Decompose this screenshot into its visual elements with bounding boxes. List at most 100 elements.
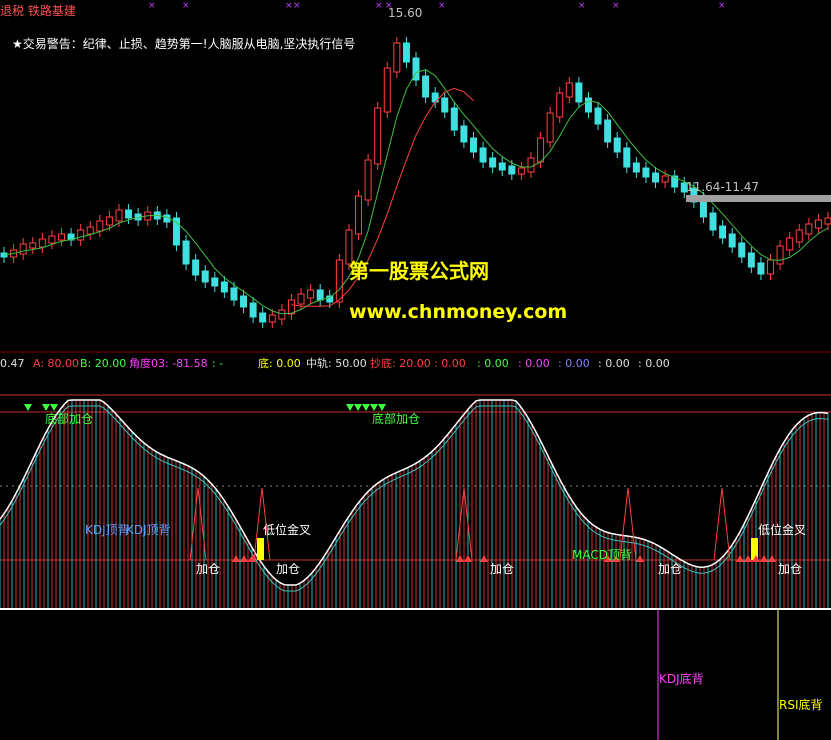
candle-body (125, 209, 133, 219)
candle-body (767, 259, 775, 275)
spike (713, 487, 731, 561)
candle-body (105, 216, 113, 226)
indicator-v2: : 0.00 (477, 357, 509, 370)
top-arrow (378, 404, 386, 411)
candle-body (316, 289, 324, 301)
buy-arrow (736, 555, 744, 562)
candle-body (355, 195, 363, 235)
trading-notice: ★交易警告：纪律、止损、趋势第一!人脑服从电脑,坚决执行信号 (12, 37, 356, 51)
candle-body (594, 107, 602, 125)
golden-cross-bar (257, 538, 264, 560)
candle-body (441, 97, 449, 113)
candle-body (393, 42, 401, 73)
candle-body (192, 259, 200, 276)
candle-body (719, 225, 727, 239)
top-arrow (370, 404, 378, 411)
price-range-label: 11.64-11.47 (686, 180, 760, 194)
candle-body (814, 219, 822, 229)
candle-body (489, 157, 497, 168)
indicator-bottom: 底: 0.00 (258, 357, 301, 370)
signal-add: 加仓 (276, 562, 301, 576)
candle-body (268, 314, 276, 323)
top-marker: × (293, 1, 301, 11)
top-marker: × (438, 1, 446, 11)
candle-body (632, 162, 640, 173)
indicator-b: B: 20.00 (80, 357, 127, 370)
top-marker: × (182, 1, 190, 11)
candle-body (604, 119, 612, 143)
candle-body (786, 237, 794, 251)
candle-body (469, 137, 477, 153)
signal-kdj-top: KDJ顶背 (126, 523, 171, 537)
candle-body (402, 42, 410, 63)
candle-body (546, 112, 554, 143)
candle-body (96, 220, 104, 232)
candle-body (335, 259, 343, 303)
buy-arrow (636, 555, 644, 562)
candle-body (479, 147, 487, 163)
candle-body (182, 240, 190, 265)
top-marker: × (612, 1, 620, 11)
high-price-label: 15.60 (388, 6, 423, 20)
candle-body (450, 107, 458, 131)
candle-body (661, 175, 669, 183)
candle-body (38, 238, 46, 248)
price-chart[interactable]: × × × × × × × × × × (0, 0, 831, 740)
indicator-value: 0.47 (0, 357, 25, 370)
candle-body (709, 212, 717, 231)
signal-macd-top: MACD顶背 (572, 548, 632, 562)
top-arrow (354, 404, 362, 411)
candle-body (230, 287, 238, 301)
candle-body (19, 243, 27, 255)
signal-bottom-add: 底部加仓 (372, 412, 421, 426)
candle-body (537, 137, 545, 163)
candle-body (565, 82, 573, 98)
top-arrow (24, 404, 32, 411)
signal-add: 加仓 (196, 562, 221, 576)
buy-arrow (744, 555, 752, 562)
candle-body (556, 92, 564, 118)
candle-body (201, 270, 209, 283)
candle-body (623, 147, 631, 168)
candle-body (240, 295, 248, 308)
buy-arrow (760, 555, 768, 562)
stock-title: 退税 铁路基建 (0, 4, 76, 18)
signal-kdj-top: KDJ顶背 (85, 523, 130, 537)
candle-body (211, 277, 219, 287)
candle-body (642, 167, 650, 178)
stock-chart-window[interactable]: × × × × × × × × × × 退税 铁路基建 ★交易警告：纪律、止损、趋势第一!人脑服从… (0, 0, 831, 740)
top-marker: × (285, 1, 293, 11)
candle-body (383, 67, 391, 113)
top-arrow (346, 404, 354, 411)
top-marker: × (148, 1, 156, 11)
watermark-url: www.chnmoney.com (349, 301, 568, 323)
indicator-v4: : 0.00 (558, 357, 590, 370)
candle-body (795, 229, 803, 243)
candle-body (584, 97, 592, 113)
candle-body (29, 242, 37, 249)
candle-body (527, 157, 535, 173)
top-marker: × (718, 1, 726, 11)
candle-body (278, 309, 286, 320)
buy-arrow (480, 555, 488, 562)
candle-body (652, 172, 660, 183)
candle-body (249, 302, 257, 318)
candle-body (776, 245, 784, 265)
candle-body (728, 233, 736, 248)
indicator-angle: 角度03: -81.58 (129, 357, 208, 370)
candle-body (613, 137, 621, 153)
indicator-v3: : 0.00 (518, 357, 550, 370)
buy-arrow (464, 555, 472, 562)
candle-body (757, 262, 765, 275)
candle-body (498, 162, 506, 171)
candle-body (57, 233, 65, 241)
buy-arrow (456, 555, 464, 562)
signal-kdj-bottom: KDJ底背 (659, 672, 704, 686)
signal-low-golden-cross: 低位金叉 (758, 523, 807, 537)
candle-body (220, 281, 228, 293)
candle-body (307, 289, 315, 299)
indicator-v5: : 0.00 (598, 357, 630, 370)
candle-body (259, 312, 267, 323)
candle-body (48, 235, 56, 244)
indicator-chaodi: 抄底: 20.00 (370, 357, 431, 370)
